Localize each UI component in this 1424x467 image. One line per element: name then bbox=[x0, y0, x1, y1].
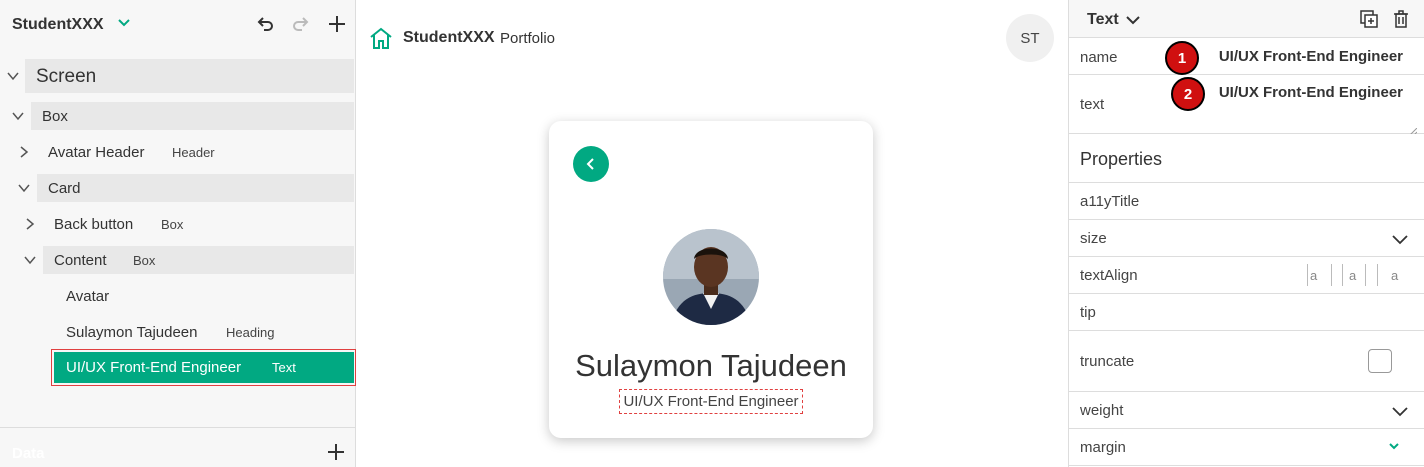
properties-panel: Text name UI/UX Front-End Engineer 1 tex… bbox=[1068, 0, 1424, 467]
annotation-badge-2: 2 bbox=[1171, 77, 1205, 111]
chevron-left-icon bbox=[586, 158, 594, 170]
chevron-down-icon[interactable] bbox=[6, 69, 20, 83]
brand-subtitle: Portfolio bbox=[500, 30, 556, 47]
text-field[interactable]: text UI/UX Front-End Engineer 2 bbox=[1069, 75, 1424, 137]
tree-item-label: Back button bbox=[54, 216, 134, 233]
chevron-down-icon[interactable] bbox=[116, 14, 132, 30]
add-icon[interactable] bbox=[325, 12, 349, 36]
text-align-label: textAlign bbox=[1080, 267, 1138, 284]
align-right-option[interactable]: a bbox=[1391, 268, 1398, 283]
chevron-down-icon[interactable] bbox=[1125, 12, 1141, 28]
avatar bbox=[663, 229, 759, 325]
person-name-heading[interactable]: Sulaymon Tajudeen bbox=[549, 348, 873, 384]
user-avatar[interactable]: ST bbox=[1006, 14, 1054, 62]
properties-title: Properties bbox=[1080, 149, 1163, 169]
tree-item-back-button[interactable]: Back button Box bbox=[0, 208, 356, 244]
tree-item-label: Content bbox=[54, 252, 107, 269]
add-data-icon[interactable] bbox=[326, 442, 346, 462]
tree-item-tag: Heading bbox=[226, 325, 275, 340]
trash-icon[interactable] bbox=[1391, 9, 1411, 29]
component-type: Text bbox=[1087, 11, 1119, 28]
tip-field[interactable]: tip bbox=[1069, 294, 1424, 331]
tree-item-card[interactable]: Card bbox=[0, 172, 356, 208]
truncate-field[interactable]: truncate bbox=[1069, 331, 1424, 392]
resize-handle-icon[interactable] bbox=[1408, 123, 1418, 137]
tree-item-content[interactable]: Content Box bbox=[0, 244, 356, 280]
text-align-field[interactable]: textAlign a a a bbox=[1069, 257, 1424, 294]
chevron-right-icon[interactable] bbox=[23, 217, 37, 231]
tree-item-label: Avatar Header bbox=[48, 144, 145, 161]
layers-header: StudentXXX bbox=[0, 0, 356, 50]
chevron-down-icon[interactable] bbox=[17, 181, 31, 195]
truncate-checkbox[interactable] bbox=[1368, 349, 1392, 373]
truncate-label: truncate bbox=[1080, 353, 1135, 370]
properties-header: Text bbox=[1069, 0, 1424, 38]
a11y-title-label: a11yTitle bbox=[1080, 193, 1140, 210]
tree-item-label: Screen bbox=[36, 66, 97, 87]
chevron-down-icon[interactable] bbox=[23, 253, 37, 267]
canvas: StudentXXX Portfolio ST Sulaymon Tajudee… bbox=[357, 0, 1067, 467]
undo-icon[interactable] bbox=[253, 12, 277, 36]
layers-panel: StudentXXX Screen Box Avatar Header Head… bbox=[0, 0, 356, 467]
person-role-text[interactable]: UI/UX Front-End Engineer bbox=[619, 389, 803, 414]
tree-item-tag: Box bbox=[161, 217, 184, 232]
margin-field[interactable]: margin bbox=[1069, 429, 1424, 466]
tree-item-tag: Text bbox=[272, 360, 296, 375]
properties-section: Properties bbox=[1069, 134, 1424, 183]
a11y-title-field[interactable]: a11yTitle bbox=[1069, 183, 1424, 220]
tree-item-avatar-header[interactable]: Avatar Header Header bbox=[0, 136, 356, 172]
tree-item-text-selected[interactable]: UI/UX Front-End Engineer Text bbox=[54, 352, 354, 383]
profile-card: Sulaymon Tajudeen UI/UX Front-End Engine… bbox=[549, 121, 873, 438]
data-label: Data bbox=[12, 445, 45, 462]
redo-icon[interactable] bbox=[289, 12, 313, 36]
app-name: StudentXXX bbox=[12, 16, 104, 33]
text-label: text bbox=[1080, 96, 1105, 113]
tree-item-avatar[interactable]: Avatar bbox=[0, 280, 356, 316]
tree-item-heading[interactable]: Sulaymon Tajudeen Heading bbox=[0, 316, 356, 352]
tree-item-label: Box bbox=[42, 108, 68, 125]
brand-name: StudentXXX bbox=[403, 29, 495, 46]
text-value[interactable]: UI/UX Front-End Engineer bbox=[1219, 84, 1403, 101]
tree-item-label: Avatar bbox=[66, 288, 110, 305]
chevron-down-icon[interactable] bbox=[1391, 402, 1409, 420]
tree-item-tag: Box bbox=[133, 253, 156, 268]
chevron-right-icon[interactable] bbox=[17, 145, 31, 159]
tree-item-tag: Header bbox=[172, 145, 215, 160]
weight-select[interactable]: weight bbox=[1069, 392, 1424, 429]
tree-item-box[interactable]: Box bbox=[0, 100, 356, 136]
name-value[interactable]: UI/UX Front-End Engineer bbox=[1219, 48, 1403, 65]
chevron-down-icon[interactable] bbox=[1391, 230, 1409, 248]
align-left-option[interactable]: a bbox=[1310, 268, 1317, 283]
tree-item-label: Sulaymon Tajudeen bbox=[66, 324, 198, 341]
tree-item-label: UI/UX Front-End Engineer bbox=[66, 359, 242, 376]
weight-label: weight bbox=[1080, 402, 1124, 419]
tree-item-label: Card bbox=[48, 180, 81, 197]
size-select[interactable]: size bbox=[1069, 220, 1424, 257]
duplicate-icon[interactable] bbox=[1359, 9, 1379, 29]
chevron-down-icon[interactable] bbox=[1387, 439, 1405, 457]
name-label: name bbox=[1080, 49, 1118, 66]
back-button[interactable] bbox=[573, 146, 609, 182]
annotation-badge-1: 1 bbox=[1165, 41, 1199, 75]
name-field[interactable]: name UI/UX Front-End Engineer 1 bbox=[1069, 38, 1424, 75]
chevron-down-icon[interactable] bbox=[11, 109, 25, 123]
tree-item-screen[interactable]: Screen bbox=[0, 58, 356, 94]
size-label: size bbox=[1080, 230, 1107, 247]
align-center-option[interactable]: a bbox=[1349, 268, 1356, 283]
tip-label: tip bbox=[1080, 304, 1096, 321]
data-section: Data bbox=[0, 427, 356, 467]
margin-label: margin bbox=[1080, 439, 1126, 456]
home-icon[interactable] bbox=[369, 26, 393, 50]
